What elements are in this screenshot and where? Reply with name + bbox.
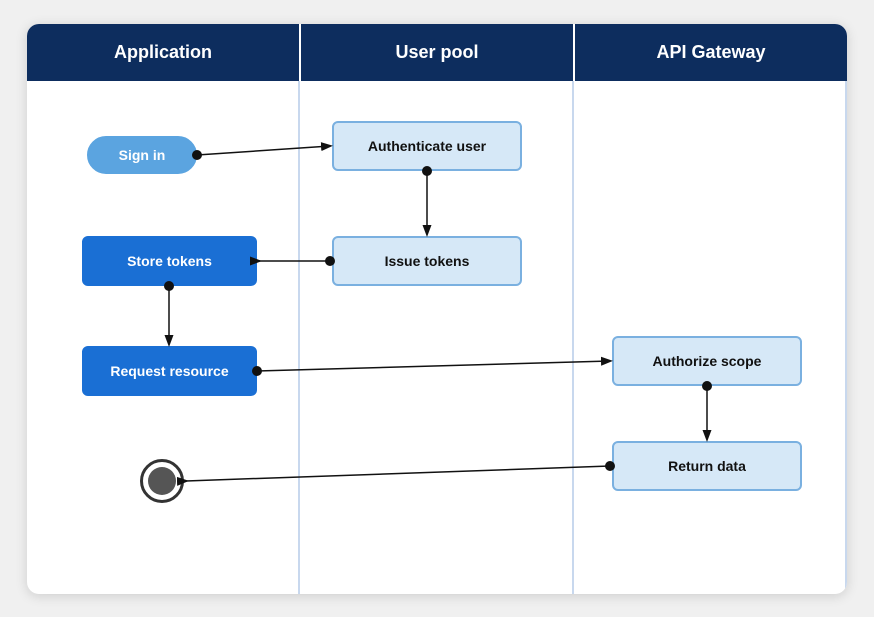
sign-in-node: Sign in (87, 136, 197, 174)
request-resource-node: Request resource (82, 346, 257, 396)
end-node-inner (148, 467, 176, 495)
diagram-container: Application User pool API Gateway Sign i… (27, 24, 847, 594)
columns-body: Sign in Authenticate user Issue tokens S… (27, 81, 847, 594)
col-header-userpool: User pool (301, 24, 575, 81)
columns-header: Application User pool API Gateway (27, 24, 847, 81)
store-tokens-node: Store tokens (82, 236, 257, 286)
issue-tokens-node: Issue tokens (332, 236, 522, 286)
authorize-scope-node: Authorize scope (612, 336, 802, 386)
col-header-apigateway: API Gateway (575, 24, 847, 81)
authenticate-user-node: Authenticate user (332, 121, 522, 171)
end-node (140, 459, 184, 503)
return-data-node: Return data (612, 441, 802, 491)
col-header-application: Application (27, 24, 301, 81)
